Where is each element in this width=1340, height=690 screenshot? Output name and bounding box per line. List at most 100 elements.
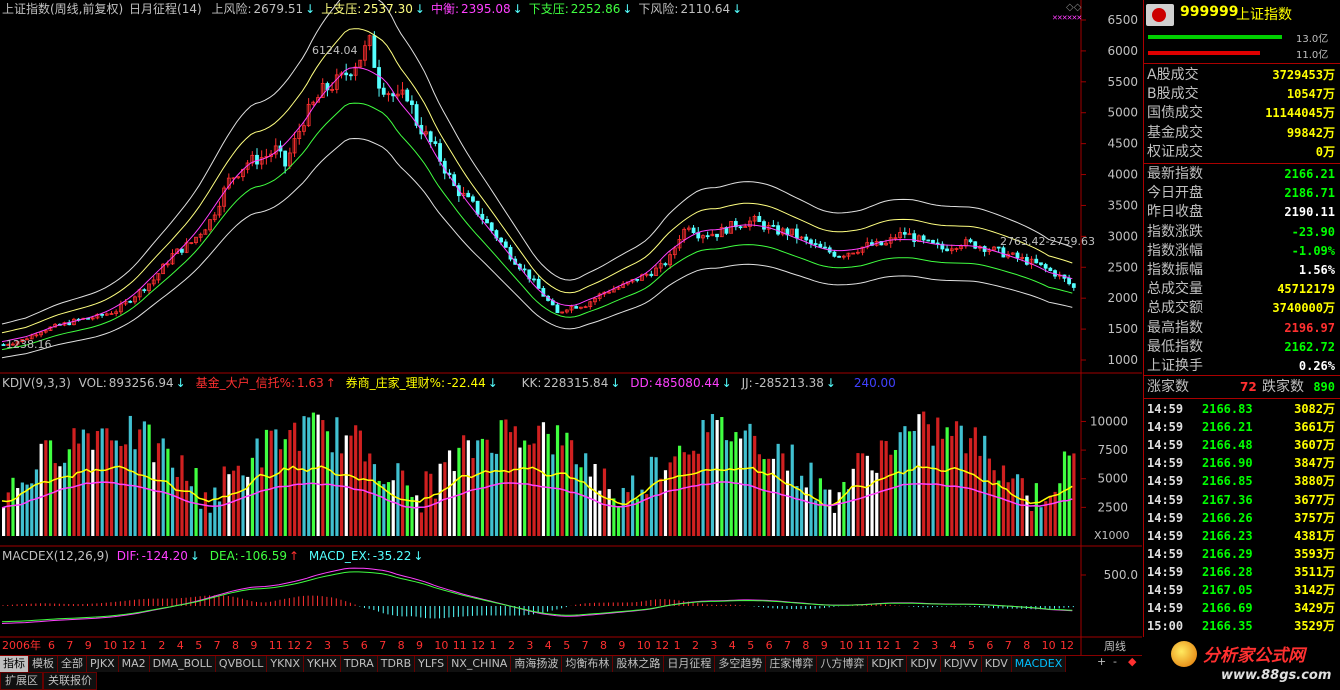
tab-macdex[interactable]: MACDEX (1011, 656, 1067, 672)
volume-bar (386, 482, 391, 536)
volume-bar (499, 420, 503, 536)
low-annotation: 1238.16 (6, 338, 52, 351)
stat-label: 最高指数 (1147, 319, 1203, 336)
x-axis-month: 9 (84, 639, 92, 652)
tab-全部[interactable]: 全部 (58, 656, 87, 672)
volume-bar (724, 440, 729, 536)
volume-bar (964, 453, 968, 536)
stat-label: A股成交 (1147, 67, 1199, 83)
volume-bar (795, 486, 799, 536)
volume-tick-label: 2500 (1097, 500, 1128, 514)
stat-value: 1.56% (1298, 263, 1335, 277)
tick-vol: 3757万 (1294, 510, 1335, 525)
tab-kdjvv[interactable]: KDJVV (940, 656, 982, 672)
tab-模板[interactable]: 模板 (29, 656, 58, 672)
tab-指标[interactable]: 指标 (0, 656, 29, 672)
volume-bar (870, 470, 874, 536)
volume-bar (776, 443, 780, 536)
stat-label: B股成交 (1147, 86, 1199, 103)
header-item-value: 2679.51 (253, 2, 304, 16)
stat-value: 2190.11 (1284, 205, 1335, 220)
x-axis-month: 4 (949, 639, 957, 652)
nav-button-diamond[interactable]: ◆ (1128, 655, 1136, 669)
volume-bar (377, 480, 381, 536)
volume-bar (6, 492, 10, 536)
nav-button-plus[interactable]: + (1097, 655, 1106, 669)
tab-kdv[interactable]: KDV (981, 656, 1012, 672)
tab-tdrb[interactable]: TDRB (377, 656, 416, 672)
tick-price: 2166.26 (1202, 510, 1253, 525)
x-axis-month: 8 (232, 639, 239, 652)
tab-dma_boll[interactable]: DMA_BOLL (149, 656, 216, 672)
tab-日月征程[interactable]: 日月征程 (664, 656, 716, 672)
candle-body (499, 237, 503, 243)
tab-ylfs[interactable]: YLFS (415, 656, 449, 672)
candle-body (405, 89, 410, 102)
candle-body (1024, 257, 1029, 265)
volume-bar (63, 462, 67, 536)
tab-ykhx[interactable]: YKHX (304, 656, 341, 672)
candle-body (1001, 247, 1006, 258)
volume-bar (1058, 483, 1062, 536)
tick-row: 14:59 2166.69 3429万 (1144, 599, 1339, 617)
volume-bar (668, 462, 672, 536)
tab2-1[interactable]: 关联报价 (43, 672, 97, 690)
volume-bar (339, 453, 344, 536)
candle-body (348, 74, 353, 77)
candle-body (489, 222, 494, 231)
tab-pjkx[interactable]: PJKX (87, 656, 119, 672)
volume-bar (889, 454, 893, 536)
tab2-0[interactable]: 扩展区 (0, 672, 43, 690)
tab-均衡布林[interactable]: 均衡布林 (562, 656, 614, 672)
volume-bar (743, 430, 747, 536)
advance-value: 72 (1240, 380, 1257, 394)
period-label[interactable]: 周线 (1104, 638, 1126, 654)
volume-bar (565, 432, 569, 536)
tab-庄家博弈[interactable]: 庄家博弈 (766, 656, 818, 672)
volume-bar (401, 470, 405, 536)
chart-area[interactable]: 6500 6000 5500 5000 4500 4000 3500 3000 2500 2000… (0, 0, 1142, 655)
candle-body (179, 248, 184, 253)
tab-nx_china[interactable]: NX_CHINA (448, 656, 512, 672)
candle-body (635, 278, 640, 281)
candle-body (973, 241, 978, 249)
volume-bar (729, 441, 733, 536)
volume-bar (86, 433, 90, 536)
volume-bar (396, 463, 400, 536)
tick-row: 14:59 2167.05 3142万 (1144, 581, 1339, 599)
x-axis-month: 5 (563, 639, 571, 652)
price-tick-label: 1500 (1107, 322, 1138, 336)
tab-tdra[interactable]: TDRA (340, 656, 378, 672)
diamond-icon[interactable]: ◇◇ (1066, 2, 1081, 13)
candle-body (738, 226, 743, 229)
tick-time: 14:59 (1147, 583, 1184, 597)
stock-code: 999999 (1180, 4, 1239, 20)
stat-label: 最低指数 (1147, 338, 1203, 355)
x-axis-month: 2 (692, 639, 699, 652)
volume-bar (260, 467, 264, 536)
tab-yknx[interactable]: YKNX (267, 656, 305, 672)
candle-body (377, 67, 381, 89)
tab-多空趋势[interactable]: 多空趋势 (715, 656, 767, 672)
tab-kdjkt[interactable]: KDJKT (868, 656, 908, 672)
x-axis-month: 6 (986, 639, 994, 652)
volume-bar (1048, 495, 1053, 536)
tick-time: 14:59 (1147, 402, 1184, 416)
x-axis-month: 7 (581, 639, 589, 652)
tab-股林之路[interactable]: 股林之路 (613, 656, 665, 672)
volume-bar (316, 414, 320, 536)
tab-八方博弈[interactable]: 八方博弈 (817, 656, 869, 672)
nav-button-minus[interactable]: - (1113, 655, 1117, 669)
tab-kdjv[interactable]: KDJV (907, 656, 941, 672)
volume-bar (274, 429, 278, 536)
stat-row: 昨日收盘 2190.11 (1144, 203, 1339, 222)
indicator-name: 日月征程(14) (129, 2, 202, 16)
tab-qvboll[interactable]: QVBOLL (215, 656, 268, 672)
tick-time: 14:59 (1147, 438, 1184, 453)
macd-name: MACDEX(12,26,9) (2, 549, 109, 563)
candle-body (536, 278, 541, 289)
volume-bar (283, 439, 287, 536)
tab-ma2[interactable]: MA2 (118, 656, 150, 672)
tab-南海扬波[interactable]: 南海扬波 (511, 656, 563, 672)
tick-price: 2166.48 (1202, 438, 1253, 453)
